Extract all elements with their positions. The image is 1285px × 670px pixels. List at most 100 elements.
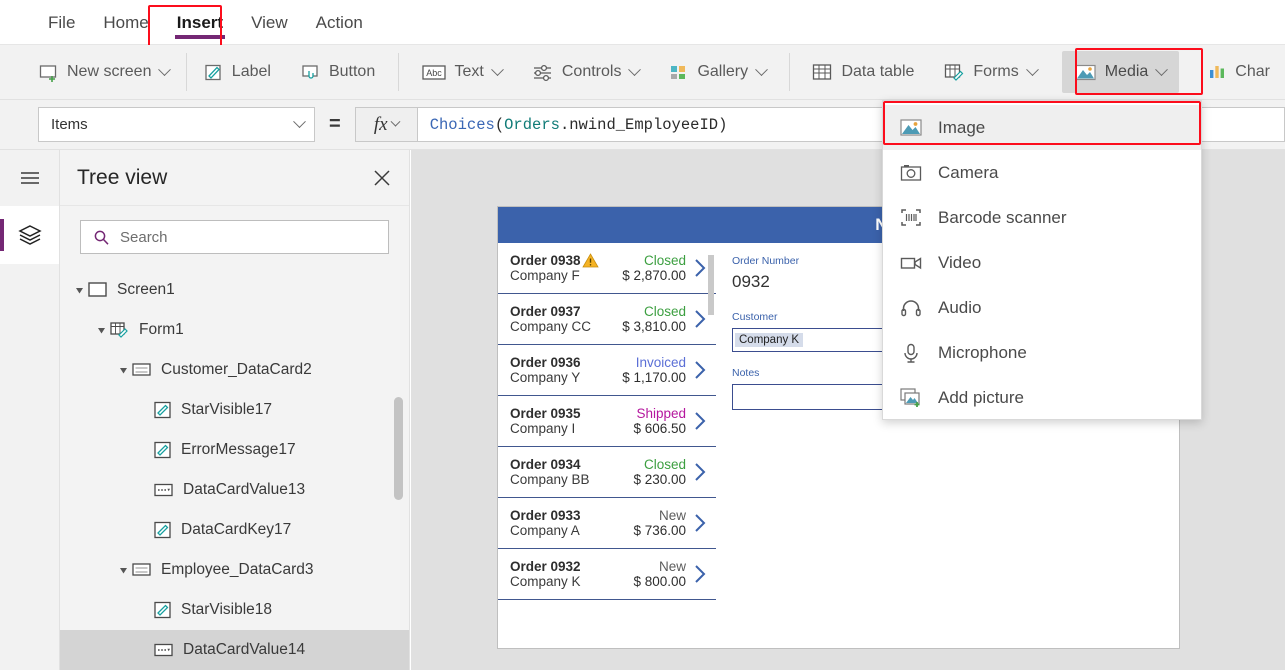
tree-node-datacardvalue13[interactable]: DataCardValue13	[60, 470, 409, 510]
chevron-down-icon	[628, 62, 642, 76]
ribbon-button-button[interactable]: Button	[288, 51, 388, 93]
label-icon	[205, 64, 221, 80]
tree-node-datacardvalue14[interactable]: DataCardValue14	[60, 630, 409, 670]
tree-node-label: StarVisible18	[181, 601, 273, 618]
tree-view-panel: Tree view Search Screen1 Form1 Customer_…	[60, 150, 410, 670]
ribbon-button-label: Label	[231, 63, 271, 80]
tree-node-screen1[interactable]: Screen1	[60, 270, 409, 310]
order-amount: $ 606.50	[633, 421, 686, 436]
ribbon-gallery-button[interactable]: Gallery	[656, 51, 779, 93]
rail-item-tree-view[interactable]	[0, 206, 59, 264]
dropdown-item-add-picture[interactable]: Add picture	[883, 375, 1201, 420]
dropdown-control-icon	[154, 643, 173, 657]
button-icon	[302, 64, 318, 79]
ribbon-button-label: Gallery	[697, 63, 749, 80]
gallery-row-texts: Order 0936 Invoiced Company Y $ 1,170.00	[510, 355, 686, 385]
gallery-row-top: Order 0935 Shipped	[510, 406, 686, 421]
dropdown-item-label: Add picture	[938, 387, 1024, 407]
tree-node-errormessage17[interactable]: ErrorMessage17	[60, 430, 409, 470]
gallery-scrollbar[interactable]	[707, 245, 715, 563]
close-icon[interactable]	[371, 167, 393, 189]
dropdown-item-microphone[interactable]: Microphone	[883, 330, 1201, 375]
image-icon	[900, 118, 922, 136]
tree-node-employee-datacard3[interactable]: Employee_DataCard3	[60, 550, 409, 590]
order-number-field: Order Number 0932	[732, 255, 862, 296]
dropdown-item-video[interactable]: Video	[883, 240, 1201, 285]
order-status: Invoiced	[635, 355, 686, 370]
label-control-icon	[154, 521, 171, 539]
gallery-row-texts: Order 0932 New Company K $ 800.00	[510, 559, 686, 589]
dropdown-item-audio[interactable]: Audio	[883, 285, 1201, 330]
dropdown-item-camera[interactable]: Camera	[883, 150, 1201, 195]
tree-node-label: Customer_DataCard2	[161, 361, 312, 378]
gallery-scrollbar-thumb[interactable]	[708, 255, 714, 315]
gallery-row-top: Order 0932 New	[510, 559, 686, 574]
screen-icon	[88, 282, 107, 297]
chevron-right-icon[interactable]	[690, 563, 710, 585]
dropdown-item-image[interactable]: Image	[883, 105, 1201, 150]
dropdown-item-barcode-scanner[interactable]: Barcode scanner	[883, 195, 1201, 240]
company-name: Company K	[510, 574, 581, 589]
tree-node-label: Form1	[139, 321, 184, 338]
search-container: Search	[60, 206, 409, 264]
gallery-row[interactable]: Order 0934 Closed Company BB $ 230.00	[498, 447, 716, 498]
gallery-row[interactable]: Order 0932 New Company K $ 800.00	[498, 549, 716, 600]
dropdown-item-label: Image	[938, 117, 986, 137]
gallery-row-texts: Order 0938 Closed Company F $ 2,870.00	[510, 253, 686, 283]
chevron-down-icon	[158, 62, 172, 76]
gallery-row[interactable]: Order 0933 New Company A $ 736.00	[498, 498, 716, 549]
order-amount: $ 736.00	[633, 523, 686, 538]
ribbon-controls-button[interactable]: Controls	[519, 51, 653, 93]
menu-item-view[interactable]: View	[237, 0, 302, 45]
ribbon-data-table-button[interactable]: Data table	[799, 51, 927, 93]
gallery-row[interactable]: Order 0938 Closed Company F $ 2,870.00	[498, 243, 716, 294]
datacard-icon	[132, 363, 151, 376]
expand-arrow-icon[interactable]	[96, 325, 110, 336]
tree-node-label: DataCardValue13	[183, 481, 306, 498]
menu-item-action[interactable]: Action	[302, 0, 377, 45]
ribbon-new-screen-button[interactable]: New screen	[26, 51, 182, 93]
hamburger-button[interactable]	[0, 150, 59, 206]
menu-item-file[interactable]: File	[34, 0, 89, 45]
gallery-row[interactable]: Order 0935 Shipped Company I $ 606.50	[498, 396, 716, 447]
property-selector[interactable]: Items	[38, 107, 315, 142]
forms-icon	[945, 63, 964, 81]
ribbon-button-label: Data table	[841, 63, 915, 80]
company-name: Company F	[510, 268, 580, 283]
ribbon-forms-button[interactable]: Forms	[931, 51, 1049, 93]
gallery-row-bottom: Company K $ 800.00	[510, 574, 686, 589]
ribbon-button-label: Controls	[561, 63, 622, 80]
tree-node-starvisible18[interactable]: StarVisible18	[60, 590, 409, 630]
tree-node-label: Employee_DataCard3	[161, 561, 314, 578]
tree-node-customer-datacard2[interactable]: Customer_DataCard2	[60, 350, 409, 390]
fx-button[interactable]: fx	[354, 107, 417, 142]
gallery-row[interactable]: Order 0936 Invoiced Company Y $ 1,170.00	[498, 345, 716, 396]
tree-scrollbar[interactable]	[394, 397, 403, 500]
chevron-down-icon	[1025, 62, 1039, 76]
ribbon-media-button[interactable]: Media	[1061, 51, 1180, 93]
gallery-row-top: Order 0937 Closed	[510, 304, 686, 319]
video-icon	[900, 256, 922, 269]
gallery-row-top: Order 0936 Invoiced	[510, 355, 686, 370]
order-amount: $ 230.00	[633, 472, 686, 487]
menu-item-insert[interactable]: Insert	[163, 0, 237, 45]
tree-node-datacardkey17[interactable]: DataCardKey17	[60, 510, 409, 550]
order-id-text: Order 0938	[510, 253, 581, 268]
menu-item-home[interactable]: Home	[89, 0, 162, 45]
expand-arrow-icon[interactable]	[74, 285, 88, 296]
order-id: Order 0937	[510, 304, 581, 319]
expand-arrow-icon[interactable]	[118, 365, 132, 376]
tree-node-starvisible17[interactable]: StarVisible17	[60, 390, 409, 430]
expand-arrow-icon[interactable]	[118, 565, 132, 576]
search-input[interactable]: Search	[80, 220, 389, 254]
ribbon-charts-button[interactable]: Char	[1195, 51, 1283, 93]
ribbon-text-button[interactable]: Abc Text	[409, 51, 515, 93]
gallery-row-top: Order 0933 New	[510, 508, 686, 523]
form-icon	[110, 321, 128, 338]
dropdown-item-label: Microphone	[938, 342, 1027, 362]
gallery-row[interactable]: Order 0937 Closed Company CC $ 3,810.00	[498, 294, 716, 345]
ribbon-button-label: Forms	[973, 63, 1019, 80]
ribbon-label-button[interactable]: Label	[191, 51, 284, 93]
tree-node-form1[interactable]: Form1	[60, 310, 409, 350]
label-control-icon	[154, 441, 171, 459]
